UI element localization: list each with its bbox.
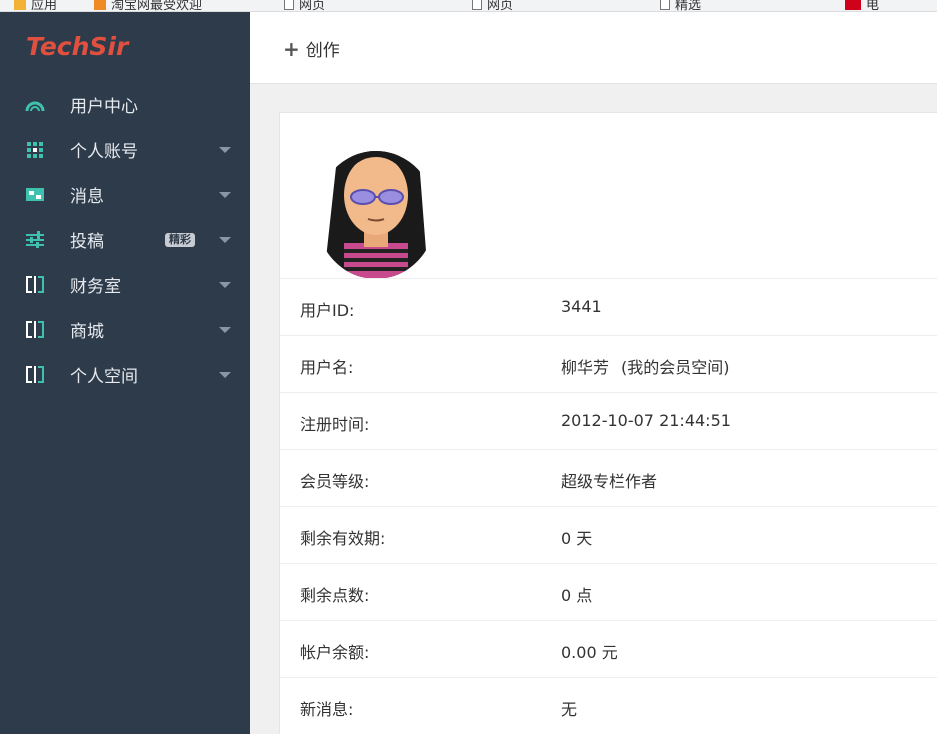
row-value-wrap: 柳华芳 (我的会员空间) xyxy=(561,354,730,378)
row-value: 0 点 xyxy=(561,586,593,605)
sidebar-item-label: 个人空间 xyxy=(70,367,138,387)
chevron-down-icon xyxy=(219,237,231,243)
sliders-icon xyxy=(26,231,44,248)
sidebar-item-label: 财务室 xyxy=(70,277,121,297)
info-row-user-id: 用户ID: 3441 xyxy=(280,278,937,335)
sidebar-item-label: 消息 xyxy=(70,187,104,207)
bookmark-page-2[interactable]: 网页 xyxy=(472,0,513,11)
logo[interactable]: TechSir xyxy=(26,32,128,61)
chevron-down-icon xyxy=(219,327,231,333)
main-content: 用户ID: 3441 用户名: 柳华芳 (我的会员空间) 注册时间: 2012-1… xyxy=(250,84,937,734)
sidebar-item-finance[interactable]: 财务室 xyxy=(0,262,250,307)
row-label: 剩余有效期: xyxy=(300,529,386,548)
bookmark-taobao[interactable]: 淘宝网最受欢迎 xyxy=(94,0,202,11)
sidebar-item-user-center[interactable]: 用户中心 xyxy=(0,82,250,127)
sidebar-item-label: 个人账号 xyxy=(70,142,138,162)
sidebar: TechSir 用户中心 个人账号 消息 投稿 精彩 财务室 商城 个人空间 xyxy=(0,12,250,734)
row-value: 0 天 xyxy=(561,529,593,548)
row-label: 用户名: xyxy=(300,358,354,377)
message-icon xyxy=(26,188,44,201)
sidebar-item-messages[interactable]: 消息 xyxy=(0,172,250,217)
page-icon xyxy=(284,0,294,10)
info-row-username: 用户名: 柳华芳 (我的会员空间) xyxy=(280,335,937,392)
red-icon xyxy=(845,0,861,10)
row-value: 超级专栏作者 xyxy=(561,472,658,491)
bookmark-page-1[interactable]: 网页 xyxy=(284,0,325,11)
row-label: 剩余点数: xyxy=(300,586,370,605)
row-label: 新消息: xyxy=(300,700,354,719)
top-header: + 创作 xyxy=(250,12,937,84)
page-icon xyxy=(660,0,670,10)
bookmarks-bar: 应用 淘宝网最受欢迎 网页 网页 精选 电 xyxy=(0,0,937,12)
row-value: 2012-10-07 21:44:51 xyxy=(561,411,731,430)
create-button[interactable]: + 创作 xyxy=(283,36,340,62)
featured-badge: 精彩 xyxy=(165,233,195,247)
row-label: 注册时间: xyxy=(300,415,370,434)
bookmark-apps[interactable]: 应用 xyxy=(14,0,57,11)
row-label: 会员等级: xyxy=(300,472,370,491)
sidebar-item-label: 用户中心 xyxy=(70,97,138,117)
columns-icon xyxy=(26,321,44,338)
avatar xyxy=(316,127,436,279)
info-row-remaining-validity: 剩余有效期: 0 天 xyxy=(280,506,937,563)
avatar-image xyxy=(316,151,436,279)
bookmark-red[interactable]: 电 xyxy=(845,0,879,11)
sidebar-item-mall[interactable]: 商城 xyxy=(0,307,250,352)
info-row-register-time: 注册时间: 2012-10-07 21:44:51 xyxy=(280,392,937,449)
page-icon xyxy=(472,0,482,10)
chevron-down-icon xyxy=(219,282,231,288)
username-value: 柳华芳 xyxy=(561,358,610,377)
sidebar-item-label: 投稿 xyxy=(70,232,104,252)
columns-icon xyxy=(26,276,44,293)
member-space-link[interactable]: (我的会员空间) xyxy=(621,358,730,377)
row-value: 无 xyxy=(561,700,578,719)
sidebar-item-account[interactable]: 个人账号 xyxy=(0,127,250,172)
info-row-new-messages: 新消息: 无 xyxy=(280,677,937,734)
row-value: 0.00 元 xyxy=(561,643,618,662)
info-row-remaining-points: 剩余点数: 0 点 xyxy=(280,563,937,620)
info-row-balance: 帐户余额: 0.00 元 xyxy=(280,620,937,677)
cart-icon xyxy=(94,0,106,10)
row-label: 用户ID: xyxy=(300,301,355,320)
bookmark-page-3[interactable]: 精选 xyxy=(660,0,701,11)
grid-icon xyxy=(27,142,43,158)
info-row-member-level: 会员等级: 超级专栏作者 xyxy=(280,449,937,506)
columns-icon xyxy=(26,366,44,383)
create-label: 创作 xyxy=(305,41,340,61)
chevron-down-icon xyxy=(219,147,231,153)
plus-icon: + xyxy=(283,36,300,61)
profile-card: 用户ID: 3441 用户名: 柳华芳 (我的会员空间) 注册时间: 2012-1… xyxy=(279,112,937,734)
sidebar-item-submission[interactable]: 投稿 精彩 xyxy=(0,217,250,262)
sidebar-item-personal-space[interactable]: 个人空间 xyxy=(0,352,250,397)
chevron-down-icon xyxy=(219,192,231,198)
chevron-down-icon xyxy=(219,372,231,378)
row-label: 帐户余额: xyxy=(300,643,370,662)
sidebar-nav: 用户中心 个人账号 消息 投稿 精彩 财务室 商城 个人空间 xyxy=(0,82,250,397)
dashboard-icon xyxy=(25,101,45,112)
apps-icon xyxy=(14,0,26,10)
sidebar-item-label: 商城 xyxy=(70,322,104,342)
row-value: 3441 xyxy=(561,297,602,316)
